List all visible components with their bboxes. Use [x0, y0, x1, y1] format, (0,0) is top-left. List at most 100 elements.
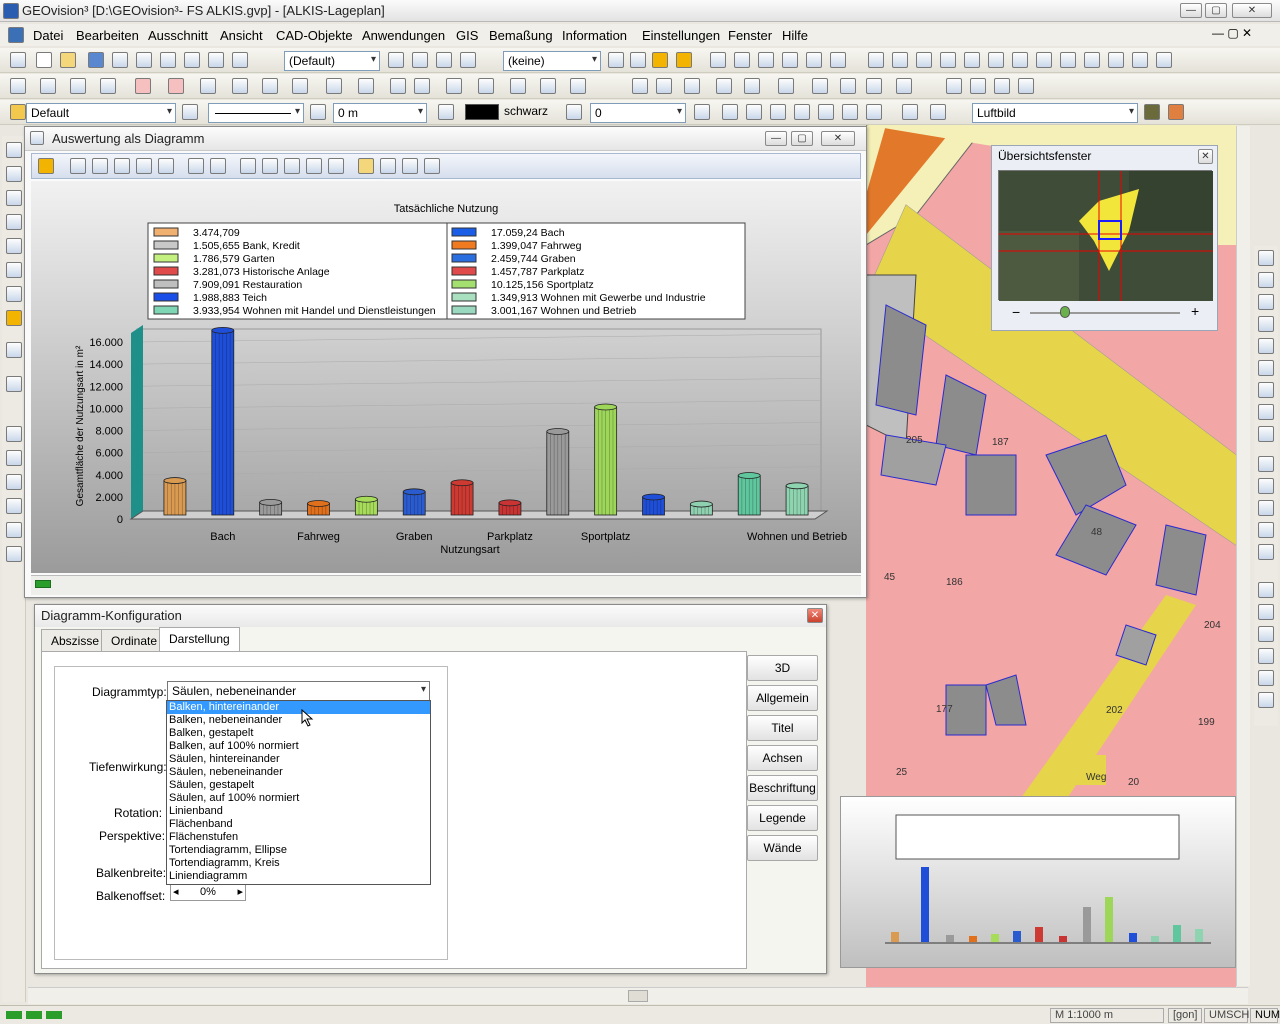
btn-waende[interactable]: Wände: [747, 835, 818, 861]
zoom-prev-icon[interactable]: [1258, 316, 1274, 332]
menu-anwendungen[interactable]: Anwendungen: [362, 28, 445, 43]
paint2-icon[interactable]: [770, 104, 786, 120]
edit4-left-icon[interactable]: [6, 450, 22, 466]
info5-icon[interactable]: [964, 52, 980, 68]
layer-icon[interactable]: [388, 52, 404, 68]
stepper-left-icon[interactable]: ◂: [173, 885, 179, 900]
menu-ansicht[interactable]: Ansicht: [220, 28, 263, 43]
menu-cad-objekte[interactable]: CAD-Objekte: [276, 28, 353, 43]
info12-icon[interactable]: [1132, 52, 1148, 68]
dropdown-option[interactable]: Liniendiagramm: [167, 870, 430, 883]
nav5-icon[interactable]: [1258, 544, 1274, 560]
paint-icon[interactable]: [746, 104, 762, 120]
arrow-left-icon[interactable]: [70, 158, 86, 174]
save-as-chart-icon[interactable]: [424, 158, 440, 174]
diagrammtyp-select[interactable]: Säulen, nebeneinander: [167, 681, 430, 701]
snap-mid-icon[interactable]: [6, 286, 22, 302]
menu-information[interactable]: Information: [562, 28, 627, 43]
measure-icon[interactable]: [6, 214, 22, 230]
split-icon[interactable]: [840, 78, 856, 94]
layer-manage-icon[interactable]: [436, 52, 452, 68]
tool5-icon[interactable]: [1258, 670, 1274, 686]
dropdown-option[interactable]: Linienband: [167, 805, 430, 818]
fillet-icon[interactable]: [896, 78, 912, 94]
open-chart-icon[interactable]: [358, 158, 374, 174]
rectangle-icon[interactable]: [168, 78, 184, 94]
btn-allgemein[interactable]: Allgemein: [747, 685, 818, 711]
redo-icon[interactable]: [208, 52, 224, 68]
edit3-left-icon[interactable]: [6, 426, 22, 442]
delete3-icon[interactable]: [994, 78, 1010, 94]
tab-ordinate[interactable]: Ordinate: [101, 629, 168, 651]
select-icon[interactable]: [6, 142, 22, 158]
save-icon[interactable]: [88, 52, 104, 68]
dropdown-option[interactable]: Säulen, hintereinander: [167, 753, 430, 766]
offset-icon[interactable]: [866, 78, 882, 94]
hand-icon[interactable]: [1258, 426, 1274, 442]
info10-icon[interactable]: [1084, 52, 1100, 68]
info-icon[interactable]: [868, 52, 884, 68]
menu-ausschnitt[interactable]: Ausschnitt: [148, 28, 208, 43]
background-combo[interactable]: Luftbild: [972, 103, 1138, 123]
table-grid-icon[interactable]: [478, 78, 494, 94]
layer-edit-icon[interactable]: [412, 52, 428, 68]
paint5-icon[interactable]: [842, 104, 858, 120]
menu-einstellungen[interactable]: Einstellungen: [642, 28, 720, 43]
minimize-button[interactable]: —: [1180, 3, 1202, 18]
edit-left-icon[interactable]: [6, 342, 22, 358]
overview-aerial-image[interactable]: [998, 170, 1213, 301]
overview-zoom-out[interactable]: −: [1012, 304, 1020, 320]
snap-left-icon[interactable]: [6, 238, 22, 254]
nav2-icon[interactable]: [1258, 478, 1274, 494]
symbol-icon[interactable]: [326, 78, 342, 94]
open2-chart-icon[interactable]: [380, 158, 396, 174]
pattern-icon[interactable]: [566, 104, 582, 120]
arrow-down-icon[interactable]: [136, 158, 152, 174]
nav4-icon[interactable]: [1258, 522, 1274, 538]
dropdown-option[interactable]: Tortendiagramm, Ellipse: [167, 844, 430, 857]
dropdown-option[interactable]: Balken, nebeneinander: [167, 714, 430, 727]
frame2-icon[interactable]: [676, 52, 692, 68]
btn-titel[interactable]: Titel: [747, 715, 818, 741]
btn-achsen[interactable]: Achsen: [747, 745, 818, 771]
save-chart-icon[interactable]: [402, 158, 418, 174]
bezier-icon[interactable]: [292, 78, 308, 94]
camera-icon[interactable]: [284, 158, 300, 174]
linetype-combo[interactable]: [208, 103, 304, 123]
snap-active-icon[interactable]: [6, 310, 22, 326]
copy-chart-icon[interactable]: [262, 158, 278, 174]
menu-bearbeiten[interactable]: Bearbeiten: [76, 28, 139, 43]
ole-icon[interactable]: [540, 78, 556, 94]
magnifier2-icon[interactable]: [1258, 382, 1274, 398]
style-combo[interactable]: (Default): [284, 51, 380, 71]
mirror-icon[interactable]: [716, 78, 732, 94]
config-close-button[interactable]: ✕: [807, 608, 823, 623]
dropdown-option[interactable]: Balken, hintereinander: [167, 701, 430, 714]
print-chart-icon[interactable]: [240, 158, 256, 174]
balkenoffset-stepper[interactable]: ◂ 0% ▸: [170, 884, 246, 901]
menu-datei[interactable]: Datei: [33, 28, 63, 43]
keine-combo[interactable]: (keine): [503, 51, 601, 71]
nav-icon[interactable]: [1258, 456, 1274, 472]
polygon-icon[interactable]: [135, 78, 151, 94]
stepper-right-icon[interactable]: ▸: [237, 885, 243, 900]
line-icon[interactable]: [10, 78, 26, 94]
dropdown-option[interactable]: Flächenstufen: [167, 831, 430, 844]
zoom-out-icon[interactable]: [1258, 272, 1274, 288]
menu-bemassung[interactable]: Bemaßung: [489, 28, 553, 43]
move-icon[interactable]: [632, 78, 648, 94]
ellipse-icon[interactable]: [232, 78, 248, 94]
print-icon[interactable]: [232, 52, 248, 68]
dropdown-option[interactable]: Säulen, nebeneinander: [167, 766, 430, 779]
table-icon[interactable]: [758, 52, 774, 68]
info9-icon[interactable]: [1060, 52, 1076, 68]
info4-icon[interactable]: [940, 52, 956, 68]
color-swatch[interactable]: [465, 104, 499, 120]
close-button[interactable]: ✕: [1232, 3, 1272, 18]
raster-icon[interactable]: [1144, 104, 1160, 120]
edit6-left-icon[interactable]: [6, 498, 22, 514]
snap-icon[interactable]: [608, 52, 624, 68]
info11-icon[interactable]: [1108, 52, 1124, 68]
grid-icon[interactable]: [710, 52, 726, 68]
distance-field[interactable]: 0 m: [333, 103, 427, 123]
